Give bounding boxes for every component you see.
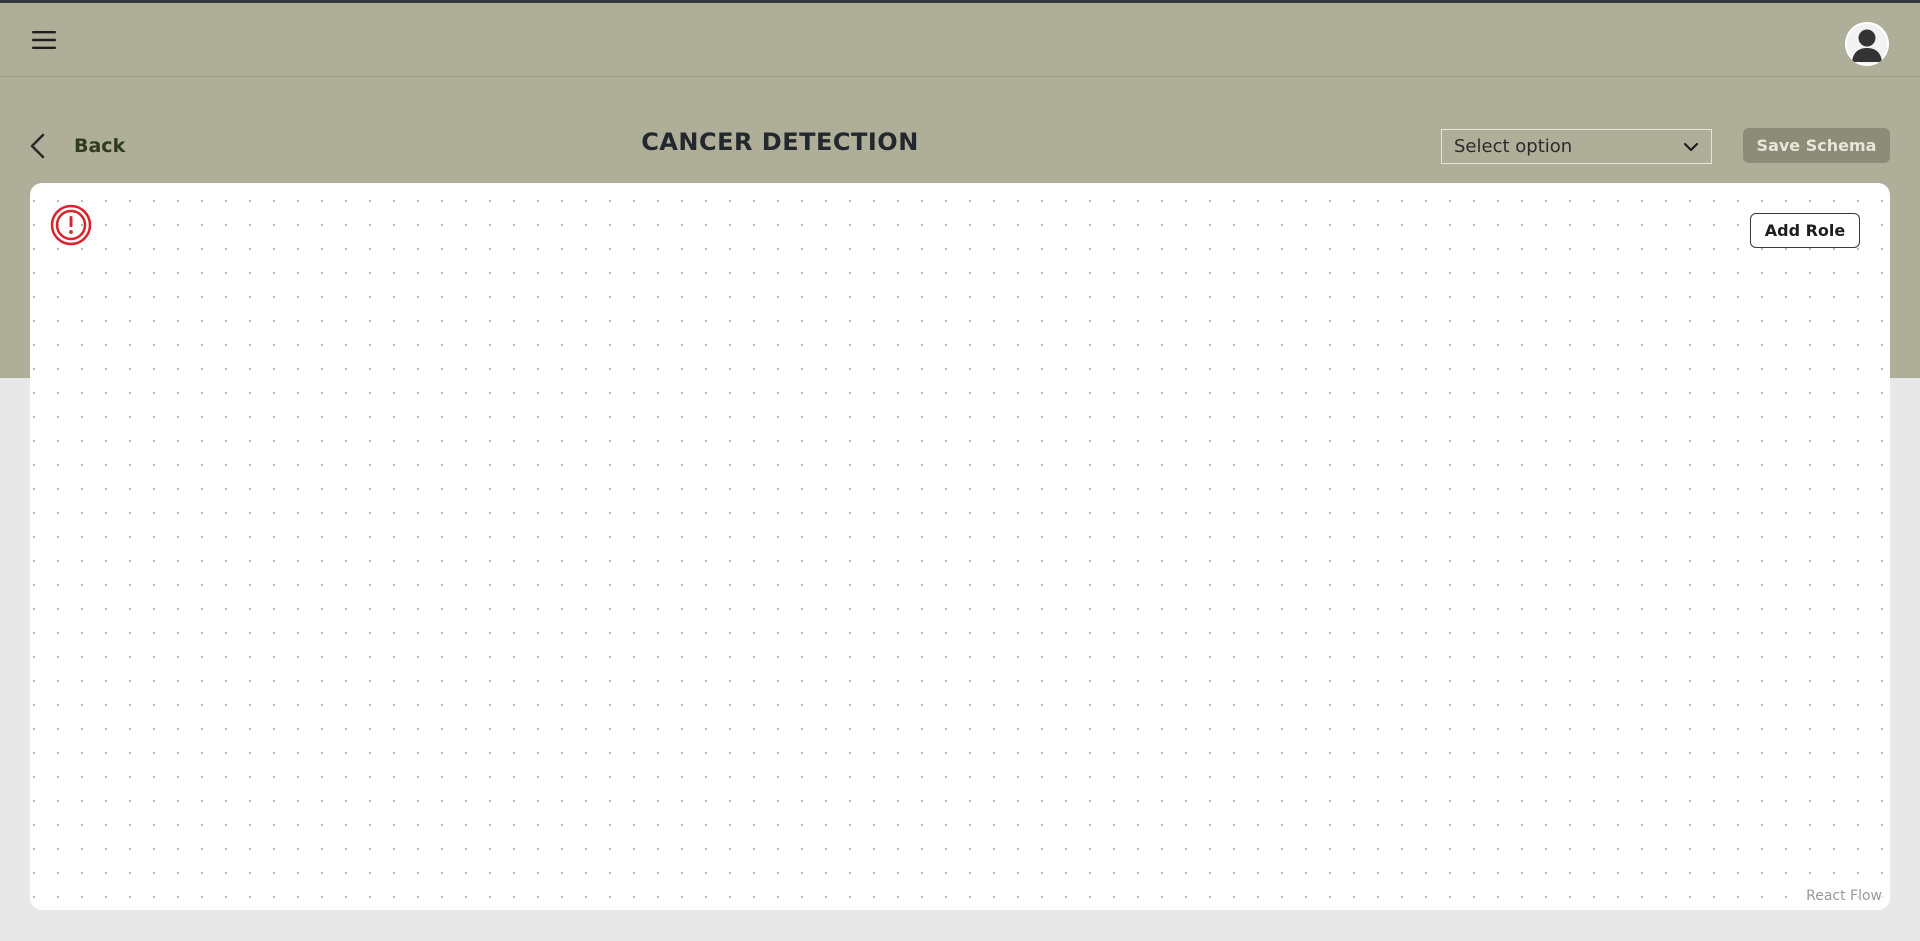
back-button[interactable]: Back (28, 130, 125, 162)
app-page: Back CANCER DETECTION Select option Save… (0, 0, 1920, 941)
option-select[interactable]: Select option (1441, 129, 1712, 164)
top-navigation-bar (0, 3, 1920, 77)
add-role-button[interactable]: Add Role (1750, 213, 1860, 248)
page-title: CANCER DETECTION (641, 128, 919, 156)
alert-circle-icon[interactable] (50, 204, 92, 246)
react-flow-attribution[interactable]: React Flow (1802, 886, 1886, 906)
chevron-left-icon (30, 133, 45, 159)
select-value: Select option (1454, 136, 1573, 157)
save-schema-button[interactable]: Save Schema (1743, 128, 1890, 163)
chevron-down-icon (1683, 142, 1699, 151)
back-label: Back (74, 135, 126, 157)
hamburger-icon[interactable] (32, 30, 56, 50)
user-avatar-icon[interactable] (1845, 22, 1889, 66)
flow-canvas[interactable]: Add Role React Flow (30, 183, 1890, 910)
